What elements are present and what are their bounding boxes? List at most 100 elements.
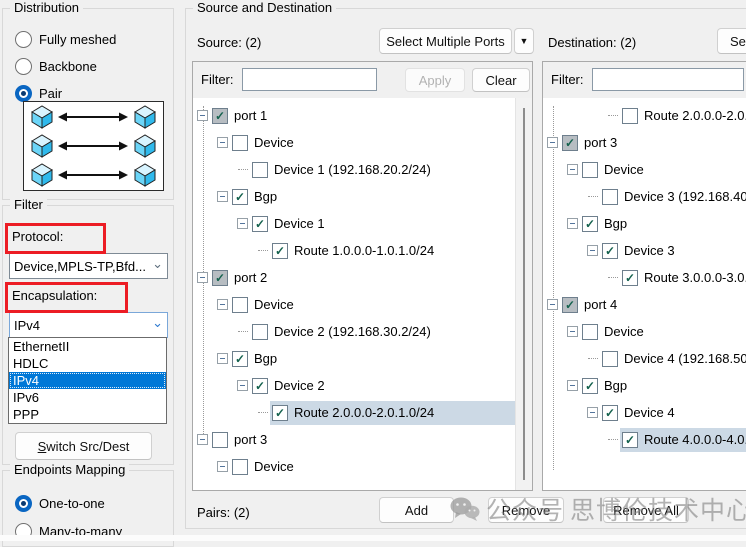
tree-checkbox[interactable]: [232, 135, 248, 151]
tree-checkbox[interactable]: ✓: [602, 405, 618, 421]
tree-node-content: ✓port 1: [210, 104, 516, 128]
source-clear-button[interactable]: Clear: [472, 68, 530, 92]
dropdown-option-ipv4[interactable]: IPv4: [9, 372, 166, 389]
tree-node[interactable]: ✓Bgp: [193, 345, 516, 372]
collapse-minus-icon[interactable]: [237, 380, 248, 391]
tree-checkbox[interactable]: [602, 351, 618, 367]
tree-node-content: ✓Bgp: [580, 212, 746, 236]
tree-node[interactable]: Device 2 (192.168.30.2/24): [193, 318, 516, 345]
distribution-radio-option[interactable]: Fully meshed: [15, 28, 116, 50]
remove-all-button[interactable]: Remove All: [603, 497, 689, 523]
tree-checkbox[interactable]: [232, 459, 248, 475]
tree-checkbox[interactable]: ✓: [582, 216, 598, 232]
tree-node[interactable]: ✓Bgp: [193, 183, 516, 210]
tree-node[interactable]: ✓port 3: [543, 129, 746, 156]
collapse-minus-icon[interactable]: [567, 218, 578, 229]
tree-checkbox[interactable]: ✓: [562, 135, 578, 151]
destination-filter-input[interactable]: [592, 68, 744, 91]
collapse-minus-icon[interactable]: [197, 434, 208, 445]
tree-node[interactable]: Device: [193, 129, 516, 156]
tree-node[interactable]: ✓Route 4.0.0.0-4.0.: [543, 426, 746, 453]
source-filter-input[interactable]: [242, 68, 377, 91]
tree-node[interactable]: ✓Bgp: [543, 210, 746, 237]
tree-checkbox[interactable]: ✓: [622, 270, 638, 286]
protocol-combobox[interactable]: Device,MPLS-TP,Bfd... ⌄: [9, 253, 168, 279]
tree-node[interactable]: Device: [543, 318, 746, 345]
collapse-minus-icon[interactable]: [217, 299, 228, 310]
tree-node[interactable]: ✓Route 3.0.0.0-3.0.: [543, 264, 746, 291]
tree-node[interactable]: ✓Bgp: [543, 372, 746, 399]
collapse-minus-icon[interactable]: [567, 164, 578, 175]
dropdown-option-ipv6[interactable]: IPv6: [9, 389, 166, 406]
switch-src-dest-button[interactable]: Switch Src/Dest: [15, 432, 152, 460]
tree-node[interactable]: Device: [193, 453, 516, 480]
tree-node[interactable]: port 3: [193, 426, 516, 453]
remove-button[interactable]: Remove: [488, 497, 564, 523]
collapse-minus-icon[interactable]: [587, 245, 598, 256]
collapse-minus-icon[interactable]: [217, 191, 228, 202]
tree-indent: [543, 223, 567, 224]
tree-node[interactable]: ✓Device 1: [193, 210, 516, 237]
tree-checkbox[interactable]: ✓: [272, 405, 288, 421]
tree-checkbox[interactable]: [252, 162, 268, 178]
tree-node[interactable]: Device 4 (192.168.50: [543, 345, 746, 372]
add-button[interactable]: Add: [379, 497, 454, 523]
tree-checkbox[interactable]: [602, 189, 618, 205]
source-tree-scrollbar[interactable]: [515, 98, 532, 490]
collapse-minus-icon[interactable]: [197, 110, 208, 121]
tree-node[interactable]: ✓Route 1.0.0.0-1.0.1.0/24: [193, 237, 516, 264]
tree-node[interactable]: Route 2.0.0.0-2.0.: [543, 102, 746, 129]
tree-checkbox[interactable]: ✓: [272, 243, 288, 259]
tree-checkbox[interactable]: ✓: [232, 351, 248, 367]
collapse-minus-icon[interactable]: [567, 326, 578, 337]
collapse-minus-icon[interactable]: [217, 461, 228, 472]
tree-node[interactable]: ✓Device 4: [543, 399, 746, 426]
tree-checkbox[interactable]: ✓: [602, 243, 618, 259]
tree-checkbox[interactable]: ✓: [582, 378, 598, 394]
collapse-minus-icon[interactable]: [197, 272, 208, 283]
dropdown-option-hdlc[interactable]: HDLC: [9, 355, 166, 372]
encapsulation-combobox[interactable]: IPv4 ⌄: [9, 312, 168, 338]
collapse-minus-icon[interactable]: [567, 380, 578, 391]
endpoints-mapping-radio-option[interactable]: One-to-one: [15, 492, 105, 514]
collapse-minus-icon[interactable]: [217, 353, 228, 364]
tree-node[interactable]: Device 1 (192.168.20.2/24): [193, 156, 516, 183]
tree-node[interactable]: ✓port 2: [193, 264, 516, 291]
select-ports-dropdown-arrow-button[interactable]: ▼: [514, 28, 534, 54]
tree-checkbox[interactable]: ✓: [562, 297, 578, 313]
tree-checkbox[interactable]: [212, 432, 228, 448]
tree-checkbox[interactable]: [582, 162, 598, 178]
scrollbar-thumb[interactable]: [523, 108, 525, 480]
collapse-minus-icon[interactable]: [217, 137, 228, 148]
tree-node[interactable]: ✓port 4: [543, 291, 746, 318]
collapse-minus-icon[interactable]: [547, 299, 558, 310]
tree-node[interactable]: ✓port 1: [193, 102, 516, 129]
tree-checkbox[interactable]: [582, 324, 598, 340]
collapse-minus-icon[interactable]: [237, 218, 248, 229]
tree-node[interactable]: Device: [193, 291, 516, 318]
tree-checkbox[interactable]: ✓: [232, 189, 248, 205]
tree-checkbox[interactable]: ✓: [252, 216, 268, 232]
select-multiple-ports-button[interactable]: Select Multiple Ports: [379, 28, 512, 54]
tree-node[interactable]: Device 3 (192.168.40: [543, 183, 746, 210]
tree-checkbox[interactable]: ✓: [212, 108, 228, 124]
dropdown-option-ethernetii[interactable]: EthernetII: [9, 338, 166, 355]
tree-checkbox[interactable]: [232, 297, 248, 313]
collapse-minus-icon[interactable]: [547, 137, 558, 148]
select-multiple-ports-button-destination[interactable]: Select Multiple Ports: [717, 28, 746, 54]
distribution-radio-option[interactable]: Backbone: [15, 55, 97, 77]
tree-checkbox[interactable]: [252, 324, 268, 340]
tree-node[interactable]: ✓Device 3: [543, 237, 746, 264]
source-apply-button[interactable]: Apply: [405, 68, 465, 92]
tree-checkbox[interactable]: ✓: [212, 270, 228, 286]
tree-checkbox[interactable]: ✓: [252, 378, 268, 394]
tree-node[interactable]: Device: [543, 156, 746, 183]
tree-indent: [543, 196, 587, 197]
dropdown-option-ppp[interactable]: PPP: [9, 406, 166, 423]
collapse-minus-icon[interactable]: [587, 407, 598, 418]
tree-connector: [607, 110, 618, 121]
tree-node[interactable]: ✓Device 2: [193, 372, 516, 399]
tree-checkbox[interactable]: ✓: [622, 432, 638, 448]
tree-checkbox[interactable]: [622, 108, 638, 124]
tree-node[interactable]: ✓Route 2.0.0.0-2.0.1.0/24: [193, 399, 516, 426]
